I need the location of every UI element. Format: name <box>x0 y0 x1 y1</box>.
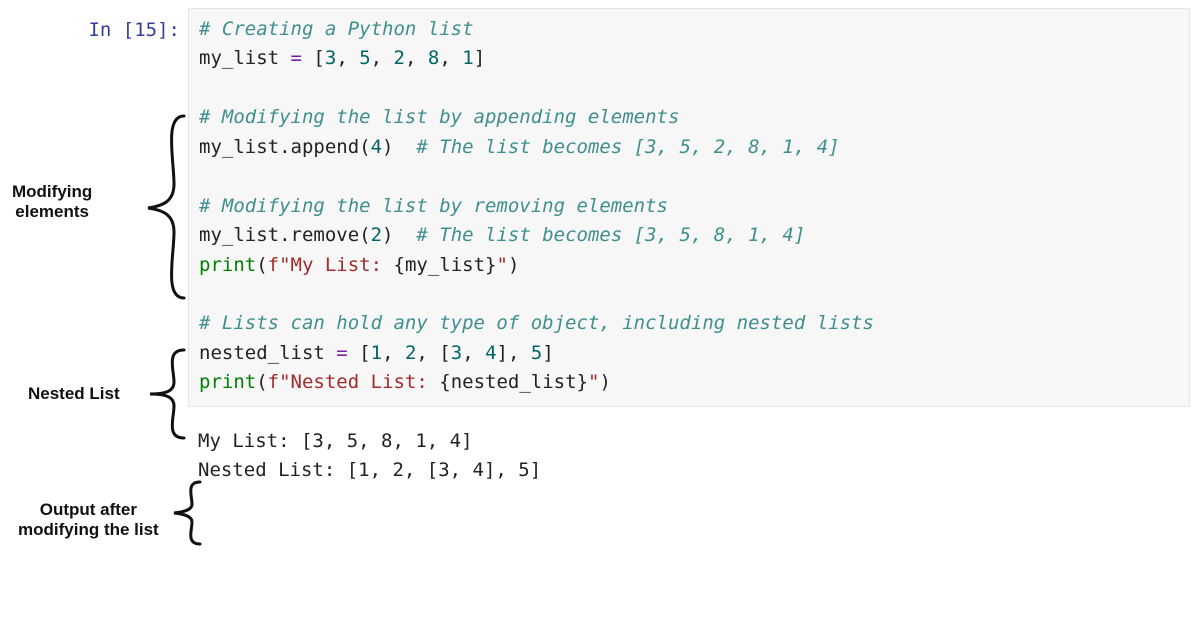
code-area[interactable]: # Creating a Python list my_list = [3, 5… <box>188 8 1190 407</box>
input-cell: In [15]: # Creating a Python list my_lis… <box>0 8 1200 407</box>
code-comment: # Modifying the list by removing element… <box>199 195 668 217</box>
code-line: print(f"Nested List: {nested_list}") <box>199 368 1179 397</box>
input-prompt: In [15]: <box>0 8 188 45</box>
output-line: My List: [3, 5, 8, 1, 4] <box>198 427 1180 456</box>
code-line: my_list = [3, 5, 2, 8, 1] <box>199 44 1179 73</box>
annotation-nested-list: Nested List <box>28 384 120 404</box>
output-cell: My List: [3, 5, 8, 1, 4] Nested List: [1… <box>0 421 1200 490</box>
output-prompt <box>0 421 188 429</box>
annotation-output: Output after modifying the list <box>18 500 159 539</box>
output-area: My List: [3, 5, 8, 1, 4] Nested List: [1… <box>188 421 1190 490</box>
code-line: print(f"My List: {my_list}") <box>199 251 1179 280</box>
code-line: my_list.append(4) # The list becomes [3,… <box>199 133 1179 162</box>
code-comment: # Modifying the list by appending elemen… <box>199 106 679 128</box>
code-comment: # Lists can hold any type of object, inc… <box>199 312 874 334</box>
code-line: my_list.remove(2) # The list becomes [3,… <box>199 221 1179 250</box>
annotation-modifying-elements: Modifying elements <box>12 182 92 221</box>
output-line: Nested List: [1, 2, [3, 4], 5] <box>198 456 1180 485</box>
code-line: nested_list = [1, 2, [3, 4], 5] <box>199 339 1179 368</box>
code-comment: # Creating a Python list <box>199 18 474 40</box>
